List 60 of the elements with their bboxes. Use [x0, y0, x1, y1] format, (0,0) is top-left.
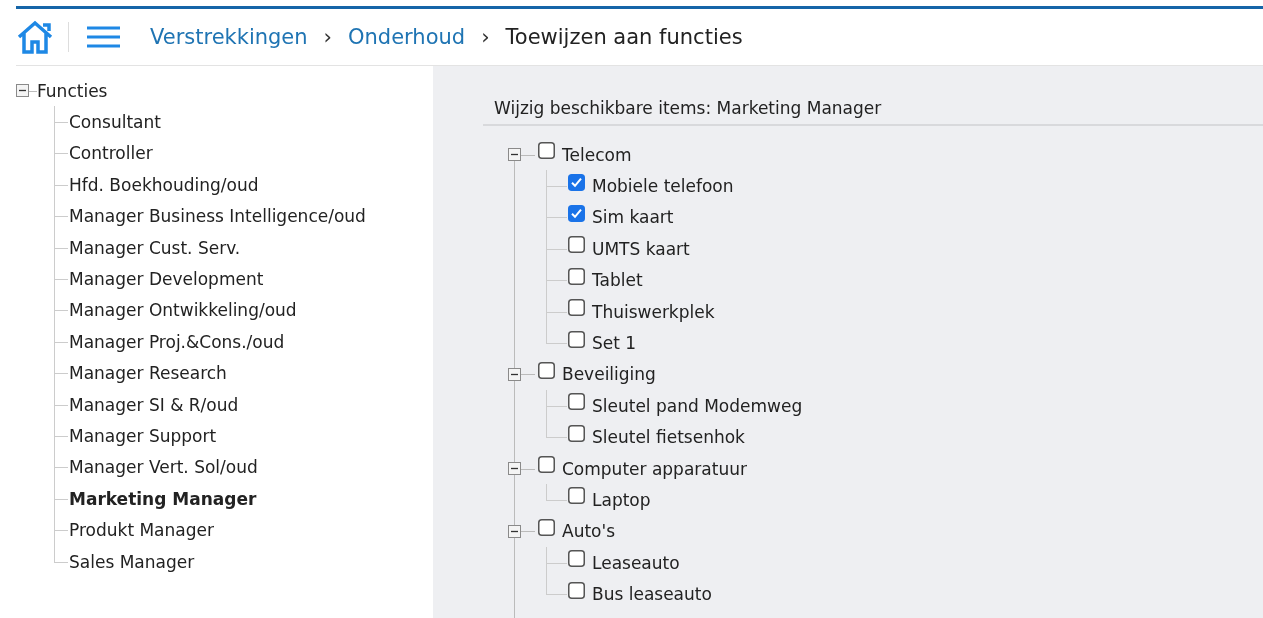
- tree-item[interactable]: Controller: [69, 143, 153, 164]
- collapse-icon[interactable]: [508, 462, 521, 476]
- tree-item[interactable]: Manager Ontwikkeling/oud: [69, 300, 297, 321]
- tree-item[interactable]: Telecom: [562, 144, 632, 165]
- tree-item[interactable]: Sim kaart: [592, 207, 674, 228]
- tree-item[interactable]: Manager Cust. Serv.: [69, 237, 241, 258]
- breadcrumb-separator: ›: [323, 25, 332, 49]
- checkbox[interactable]: [568, 581, 585, 599]
- tree-item[interactable]: Sleutel pand Modemweg: [592, 395, 803, 416]
- collapse-icon[interactable]: [508, 148, 521, 162]
- checkbox[interactable]: [568, 267, 585, 285]
- checkbox[interactable]: [538, 142, 555, 160]
- tree-item[interactable]: Produkt Manager: [69, 520, 214, 541]
- breadcrumb-link[interactable]: Onderhoud: [348, 25, 466, 49]
- checkbox[interactable]: [568, 550, 585, 568]
- checkbox[interactable]: [568, 330, 585, 348]
- tree-item[interactable]: Manager Vert. Sol/oud: [69, 457, 258, 478]
- panel-title: Wijzig beschikbare items: Marketing Manager: [483, 98, 1263, 126]
- tree-item[interactable]: Thuiswerkplek: [592, 301, 715, 322]
- checkbox[interactable]: [568, 299, 585, 317]
- tree-item[interactable]: Manager Business Intelligence/oud: [69, 206, 366, 227]
- checkbox[interactable]: [568, 424, 585, 442]
- tree-item[interactable]: Tablet: [592, 270, 643, 291]
- tree-item[interactable]: Marketing Manager: [69, 488, 257, 509]
- tree-item[interactable]: Manager Research: [69, 363, 227, 384]
- tree-item[interactable]: Laptop: [592, 490, 651, 510]
- tree-item[interactable]: Manager Support: [69, 426, 217, 446]
- collapse-icon[interactable]: [508, 524, 521, 538]
- checkbox[interactable]: [568, 236, 585, 254]
- checkbox[interactable]: [568, 173, 585, 191]
- menu-icon[interactable]: [86, 25, 121, 49]
- tree-item[interactable]: Manager Development: [69, 269, 264, 290]
- tree-item[interactable]: Mobiele telefoon: [592, 176, 734, 197]
- tree-item[interactable]: Set 1: [592, 333, 637, 354]
- tree-item[interactable]: Sales Manager: [69, 551, 195, 572]
- checkbox[interactable]: [568, 204, 585, 222]
- checkbox[interactable]: [568, 393, 585, 411]
- breadcrumb-link[interactable]: Verstrekkingen: [150, 25, 308, 49]
- breadcrumb-separator: ›: [481, 25, 490, 49]
- tree-item[interactable]: Consultant: [69, 112, 161, 133]
- tree-item[interactable]: Beveiliging: [562, 364, 656, 385]
- tree-item[interactable]: Bus leaseauto: [592, 584, 712, 605]
- tree-item[interactable]: Leaseauto: [592, 552, 680, 573]
- tree-line: [546, 484, 567, 501]
- tree-item[interactable]: Sleutel fietsenhok: [592, 427, 745, 448]
- collapse-icon[interactable]: [508, 367, 521, 381]
- tree-item[interactable]: Manager SI & R/oud: [69, 394, 239, 415]
- checkbox[interactable]: [538, 456, 555, 474]
- home-icon[interactable]: [16, 19, 54, 55]
- checkbox[interactable]: [568, 487, 585, 505]
- tree-item[interactable]: UMTS kaart: [592, 238, 690, 259]
- breadcrumb-current: Toewijzen aan functies: [505, 25, 743, 49]
- tree-item[interactable]: Auto's: [562, 521, 615, 542]
- tree-item[interactable]: Manager Proj.&Cons./oud: [69, 331, 285, 352]
- tree-root-label[interactable]: Functies: [37, 80, 108, 101]
- tree-item[interactable]: Computer apparatuur: [562, 458, 747, 479]
- collapse-icon[interactable]: [16, 84, 29, 98]
- tree-item[interactable]: Hfd. Boekhouding/oud: [69, 174, 259, 195]
- checkbox[interactable]: [538, 361, 555, 379]
- checkbox[interactable]: [538, 518, 555, 536]
